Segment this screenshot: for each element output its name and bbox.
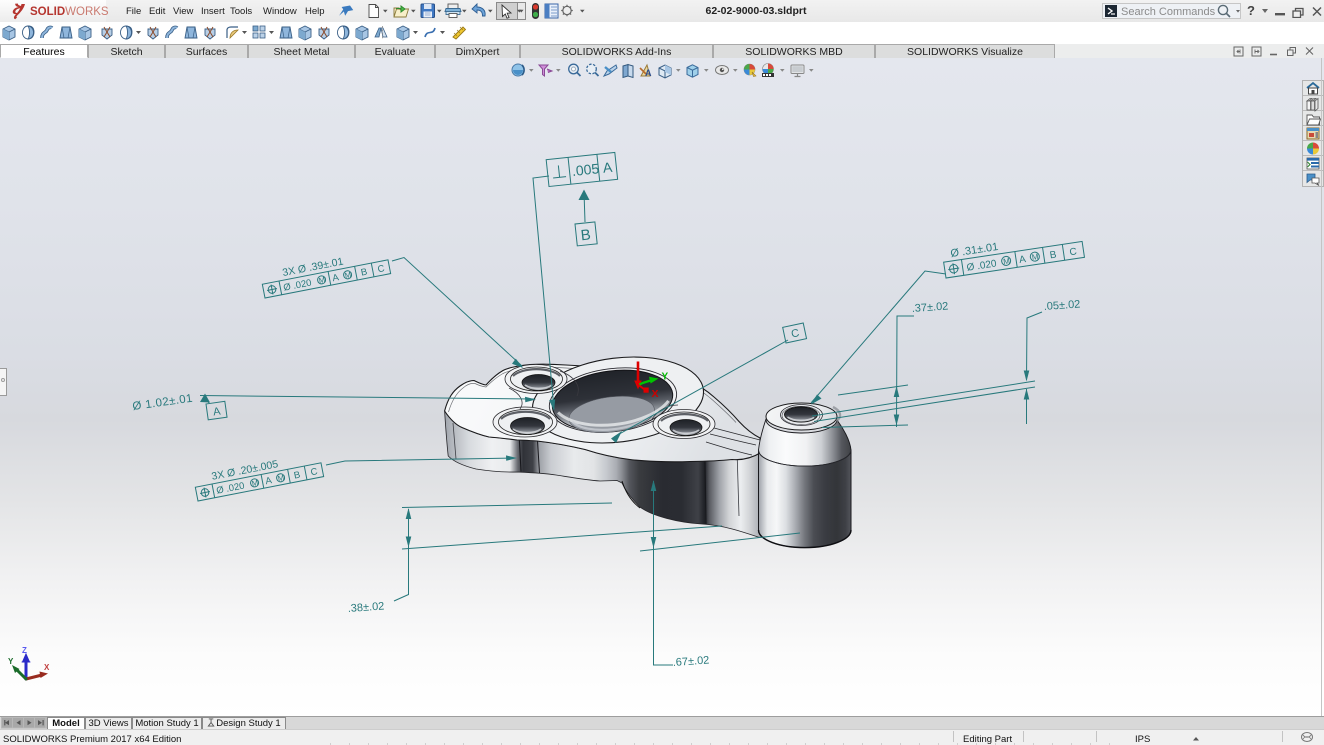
svg-text:M: M — [277, 473, 285, 483]
svg-text:B: B — [360, 267, 368, 279]
svg-text:A: A — [265, 475, 274, 487]
svg-text:.67±.02: .67±.02 — [672, 654, 709, 669]
svg-text:B: B — [293, 470, 301, 482]
svg-text:C: C — [1069, 246, 1078, 258]
svg-text:X: X — [652, 388, 659, 400]
svg-text:Ø 1.02±.01: Ø 1.02±.01 — [132, 393, 194, 413]
svg-text:X: X — [44, 663, 50, 672]
svg-text:A: A — [212, 406, 222, 419]
svg-text:B: B — [580, 226, 592, 244]
svg-text:M: M — [251, 478, 259, 488]
svg-text:.005: .005 — [571, 160, 600, 179]
svg-text:C: C — [377, 263, 386, 275]
svg-text:M: M — [344, 270, 352, 280]
svg-text:.38±.02: .38±.02 — [347, 600, 384, 615]
svg-text:A: A — [602, 159, 614, 176]
svg-text:A: A — [332, 272, 341, 284]
svg-text:C: C — [790, 327, 800, 340]
svg-text:.05±.02: .05±.02 — [1043, 298, 1080, 313]
svg-text:Z: Z — [22, 646, 27, 655]
svg-text:C: C — [310, 466, 319, 478]
svg-text:M: M — [318, 275, 326, 285]
svg-text:B: B — [1049, 249, 1058, 261]
svg-text:.37±.02: .37±.02 — [911, 300, 948, 315]
svg-text:Y: Y — [8, 657, 14, 666]
svg-text:A: A — [1018, 254, 1027, 266]
svg-text:Y: Y — [662, 372, 669, 383]
